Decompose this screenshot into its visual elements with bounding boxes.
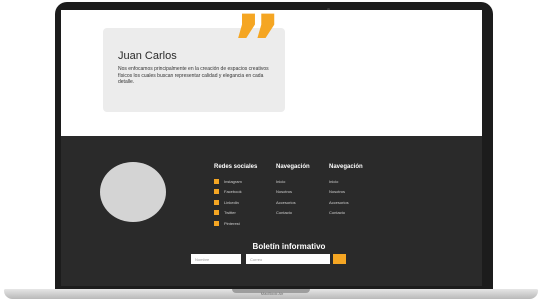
nav-link-contacto[interactable]: Contacto <box>329 208 363 219</box>
square-bullet-icon <box>214 189 219 195</box>
newsletter-name-input[interactable] <box>191 254 241 264</box>
newsletter-email-input[interactable] <box>246 254 330 264</box>
nav-link-nosotros[interactable]: Nosotros <box>329 187 363 198</box>
site-footer: Redes sociales Instagram Facebook Linked… <box>61 136 482 286</box>
social-link-pinterest[interactable]: Pinterest <box>214 218 257 229</box>
nav-column-1: Navegación Inicio Nosotros Accesorios Co… <box>276 164 310 218</box>
newsletter-submit-button[interactable] <box>333 254 346 264</box>
testimonial-name: Juan Carlos <box>118 50 177 62</box>
laptop-screen: ” Juan Carlos Nos enfocamos principalmen… <box>61 10 482 286</box>
social-link-twitter[interactable]: Twitter <box>214 208 257 219</box>
social-link-instagram[interactable]: Instagram <box>214 176 257 187</box>
nav-link-accesorios[interactable]: Accesorios <box>276 197 310 208</box>
social-links-column: Redes sociales Instagram Facebook Linked… <box>214 164 257 229</box>
nav-link-accesorios[interactable]: Accesorios <box>329 197 363 208</box>
laptop-brand-label: MacBook Air <box>260 291 284 296</box>
square-bullet-icon <box>214 210 219 216</box>
square-bullet-icon <box>214 178 219 184</box>
nav-column-2: Navegación Inicio Nosotros Accesorios Co… <box>329 164 363 218</box>
social-link-label: Pinterest <box>224 220 240 226</box>
testimonial-card: ” Juan Carlos Nos enfocamos principalmen… <box>103 10 285 112</box>
social-link-label: Facebook <box>224 189 242 195</box>
nav-link-inicio[interactable]: Inicio <box>329 176 363 187</box>
nav-link-nosotros[interactable]: Nosotros <box>276 187 310 198</box>
testimonial-section: ” Juan Carlos Nos enfocamos principalmen… <box>61 10 482 136</box>
social-link-label: Twitter <box>224 210 236 216</box>
social-title: Redes sociales <box>214 164 258 170</box>
social-link-label: Linkedin <box>224 199 239 205</box>
testimonial-text: Nos enfocamos principalmente en la creac… <box>118 66 269 85</box>
nav-link-inicio[interactable]: Inicio <box>276 176 310 187</box>
nav-title: Navegación <box>276 164 310 170</box>
social-link-label: Instagram <box>224 178 242 184</box>
square-bullet-icon <box>214 199 219 205</box>
footer-logo-placeholder <box>100 162 166 222</box>
square-bullet-icon <box>214 220 219 226</box>
social-link-linkedin[interactable]: Linkedin <box>214 197 257 208</box>
nav-title: Navegación <box>329 164 363 170</box>
newsletter-title: Boletín informativo <box>252 242 326 251</box>
social-link-facebook[interactable]: Facebook <box>214 187 257 198</box>
nav-link-contacto[interactable]: Contacto <box>276 208 310 219</box>
